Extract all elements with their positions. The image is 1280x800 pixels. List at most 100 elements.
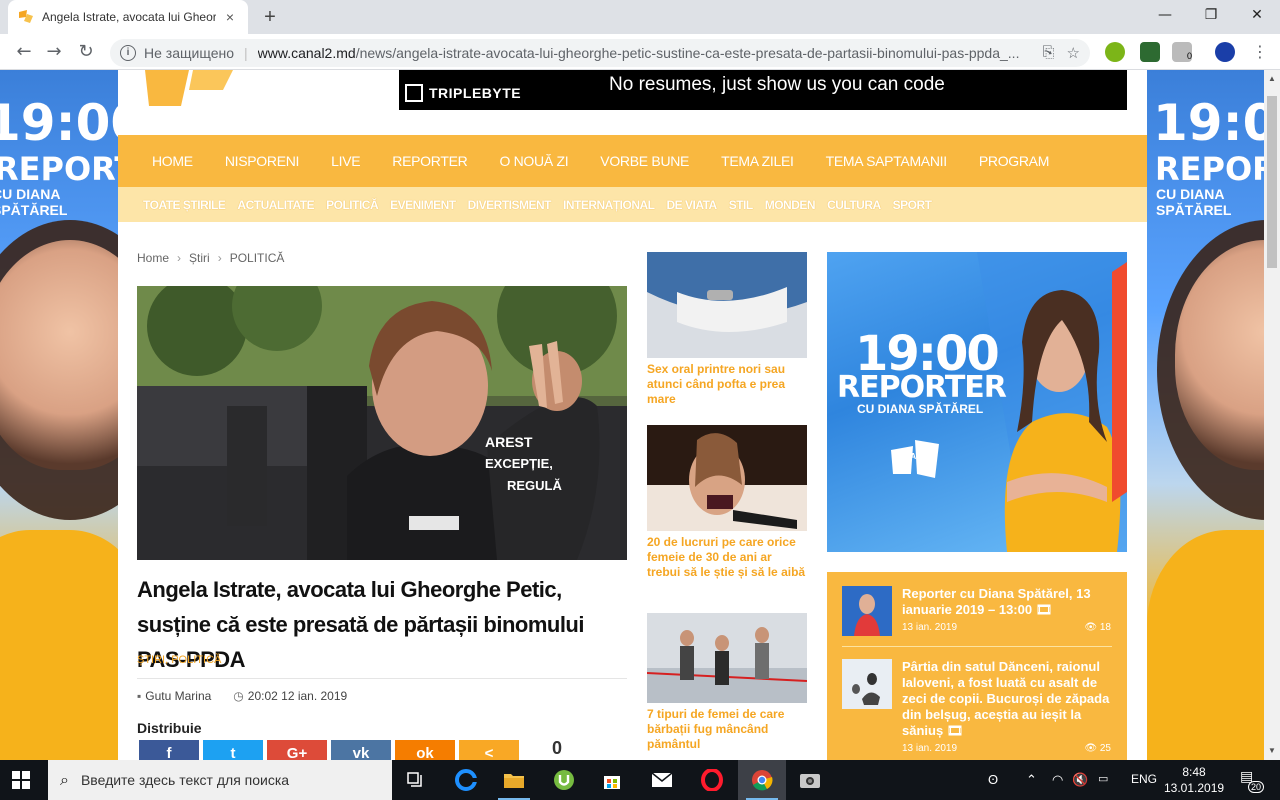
windows-start-icon[interactable] xyxy=(12,771,30,789)
nav-tema-zilei[interactable]: TEMA ZILEI xyxy=(721,153,794,169)
restore-button[interactable]: ❐ xyxy=(1188,0,1234,30)
utorrent-icon[interactable] xyxy=(540,760,588,800)
side-ad-left[interactable]: 19:00 REPORTER CU DIANA SPĂTĂREL xyxy=(0,70,118,760)
close-window-button[interactable]: ✕ xyxy=(1234,0,1280,30)
related-caption[interactable]: 7 tipuri de femei de care bărbații fug m… xyxy=(647,707,807,752)
mail-icon[interactable] xyxy=(638,760,686,800)
nav-nisporeni[interactable]: NISPORENI xyxy=(225,153,300,169)
url-text[interactable]: www.canal2.md/news/angela-istrate-avocat… xyxy=(258,45,1035,61)
scroll-up-icon[interactable]: ▲ xyxy=(1268,74,1276,83)
subnav-cultura[interactable]: CULTURA xyxy=(827,198,881,212)
divider xyxy=(842,646,1112,647)
photo-text-regula: REGULĂ xyxy=(507,478,562,493)
subnav-sport[interactable]: SPORT xyxy=(893,198,932,212)
volume-muted-icon[interactable]: 🔇 xyxy=(1072,772,1088,788)
keyboard-icon[interactable]: ▭ xyxy=(1098,772,1108,785)
side-ad-right[interactable]: 19:00 REPORTER CU DIANA SPĂTĂREL xyxy=(1147,70,1267,760)
breadcrumb-stiri[interactable]: Știri xyxy=(189,251,210,265)
edge-icon[interactable] xyxy=(442,760,490,800)
nav-live[interactable]: LIVE xyxy=(331,153,360,169)
back-button[interactable]: ← xyxy=(12,40,36,64)
nav-home[interactable]: HOME xyxy=(152,153,193,169)
share-odnoklassniki-button[interactable]: ok xyxy=(395,740,455,760)
article-author[interactable]: Gutu Marina xyxy=(145,689,211,703)
camera-app-icon[interactable] xyxy=(786,760,834,800)
photo-text-arest: AREST xyxy=(485,434,533,450)
subnav-toate-stirile[interactable]: TOATE ȘTIRILE xyxy=(143,198,226,212)
share-more-button[interactable]: < xyxy=(459,740,519,760)
related-thumb[interactable] xyxy=(647,613,807,703)
chrome-icon[interactable] xyxy=(738,760,786,800)
bookmark-star-icon[interactable]: ☆ xyxy=(1067,44,1080,62)
feed-title[interactable]: Pârtia din satul Dănceni, raionul Ialove… xyxy=(902,659,1111,739)
extension-download-icon[interactable] xyxy=(1140,42,1160,62)
translate-icon[interactable]: ⎘ xyxy=(1043,44,1055,62)
file-explorer-icon[interactable] xyxy=(490,760,538,800)
scroll-down-icon[interactable]: ▼ xyxy=(1268,746,1276,755)
scrollbar-thumb[interactable] xyxy=(1267,96,1277,268)
breadcrumb: Home › Știri › POLITICĂ xyxy=(137,251,284,265)
address-bar[interactable]: i Не защищено | www.canal2.md/news/angel… xyxy=(110,39,1090,67)
tab-close-icon[interactable]: × xyxy=(222,9,238,25)
related-article-1[interactable]: Sex oral printre nori sau atunci când po… xyxy=(647,252,807,407)
store-icon[interactable] xyxy=(588,760,636,800)
network-icon[interactable]: ◠ xyxy=(1052,772,1063,788)
canal2-logo[interactable] xyxy=(143,70,233,106)
article-hero-image[interactable]: AREST EXCEPȚIE, REGULĂ xyxy=(137,286,627,560)
feed-title[interactable]: Reporter cu Diana Spătărel, 13 ianuarie … xyxy=(902,586,1111,618)
forward-button[interactable]: → xyxy=(42,40,66,64)
reload-button[interactable]: ↻ xyxy=(74,40,98,64)
page-scrollbar[interactable]: ▲ ▼ xyxy=(1264,70,1280,760)
subnav-de-viata[interactable]: DE VIATA xyxy=(666,198,717,212)
share-twitter-button[interactable]: t xyxy=(203,740,263,760)
feed-views: 18 xyxy=(1099,622,1111,633)
feed-thumb[interactable] xyxy=(842,586,892,636)
reporter-promo-banner[interactable]: 19:00 REPORTER CU DIANA SPĂTĂREL CANAL 2 xyxy=(827,252,1127,552)
subnav-actualitate[interactable]: ACTUALITATE xyxy=(237,198,314,212)
people-icon[interactable]: ʘ xyxy=(988,772,998,787)
task-view-icon[interactable] xyxy=(392,760,440,800)
menu-dots-icon[interactable]: ⋮ xyxy=(1248,40,1272,64)
subnav-stil[interactable]: STIL xyxy=(729,198,754,212)
article-categories[interactable]: ȘTIRI, POLITICĂ xyxy=(137,654,221,666)
browser-tab[interactable]: Angela Istrate, avocata lui Gheorg × xyxy=(8,0,248,34)
share-vk-button[interactable]: vk xyxy=(331,740,391,760)
language-indicator[interactable]: ENG xyxy=(1131,772,1157,786)
related-thumb[interactable] xyxy=(647,252,807,358)
new-tab-button[interactable]: + xyxy=(258,6,282,30)
profile-avatar[interactable] xyxy=(1215,42,1235,62)
share-googleplus-button[interactable]: G+ xyxy=(267,740,327,760)
subnav-eveniment[interactable]: EVENIMENT xyxy=(390,198,456,212)
side-ad-time: 19:00 xyxy=(0,94,118,152)
security-label[interactable]: Не защищено xyxy=(144,45,234,61)
related-caption[interactable]: Sex oral printre nori sau atunci când po… xyxy=(647,362,807,407)
nav-tema-saptamanii[interactable]: TEMA SAPTAMANII xyxy=(826,153,948,169)
nav-vorbe-bune[interactable]: VORBE BUNE xyxy=(600,153,689,169)
nav-o-noua-zi[interactable]: O NOUĂ ZI xyxy=(499,153,568,169)
taskbar-search[interactable]: ⌕ Введите здесь текст для поиска xyxy=(48,760,392,800)
chevron-up-icon[interactable]: ⌃ xyxy=(1026,772,1037,788)
related-caption[interactable]: 20 de lucruri pe care orice femeie de 30… xyxy=(647,535,807,580)
breadcrumb-home[interactable]: Home xyxy=(137,251,169,265)
subnav-politica[interactable]: POLITICĂ xyxy=(326,198,379,212)
subnav-international[interactable]: INTERNAȚIONAL xyxy=(563,198,655,212)
related-article-3[interactable]: 7 tipuri de femei de care bărbații fug m… xyxy=(647,613,807,752)
share-facebook-button[interactable]: f xyxy=(139,740,199,760)
related-article-2[interactable]: 20 de lucruri pe care orice femeie de 30… xyxy=(647,425,807,580)
triplebyte-banner-ad[interactable]: TRIPLEBYTE No resumes, just show us you … xyxy=(399,70,1127,110)
feed-item[interactable]: Pârtia din satul Dănceni, raionul Ialove… xyxy=(842,659,1111,754)
feed-item[interactable]: Reporter cu Diana Spătărel, 13 ianuarie … xyxy=(842,586,1111,636)
side-ad-title: REPORTER xyxy=(0,150,118,188)
nav-program[interactable]: PROGRAM xyxy=(979,153,1050,169)
minimize-button[interactable]: — xyxy=(1142,0,1188,30)
opera-icon[interactable] xyxy=(688,760,736,800)
related-thumb[interactable] xyxy=(647,425,807,531)
extension-1-icon[interactable] xyxy=(1105,42,1125,62)
subnav-monden[interactable]: MONDEN xyxy=(765,198,816,212)
subnav-divertisment[interactable]: DIVERTISMENT xyxy=(468,198,552,212)
taskbar-clock[interactable]: 8:48 13.01.2019 xyxy=(1164,764,1224,796)
extension-badge-icon[interactable]: 0 xyxy=(1172,42,1192,62)
feed-thumb[interactable] xyxy=(842,659,892,709)
nav-reporter[interactable]: REPORTER xyxy=(392,153,467,169)
info-icon[interactable]: i xyxy=(120,45,136,61)
